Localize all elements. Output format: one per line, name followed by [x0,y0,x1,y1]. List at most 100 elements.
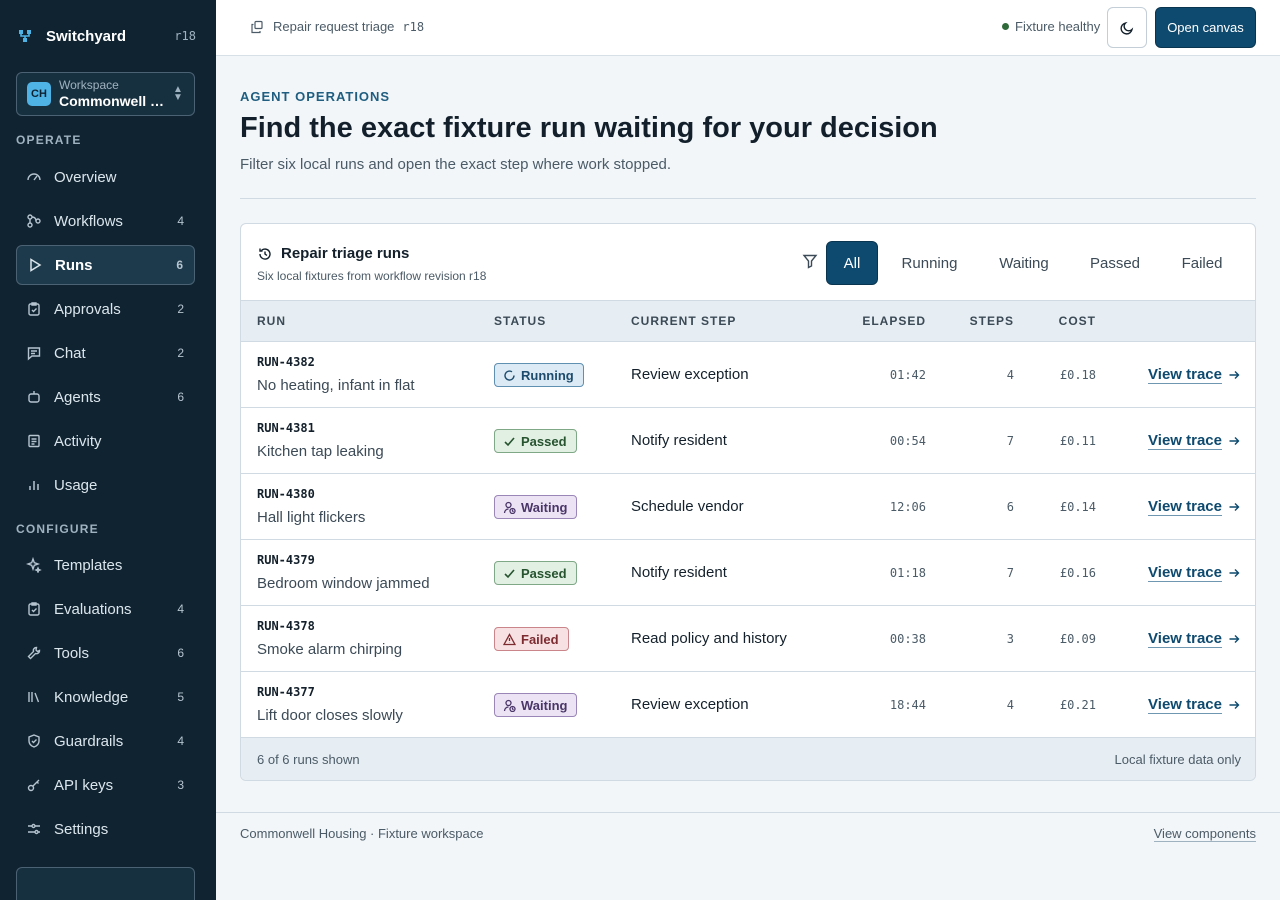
arrow-right-icon [1229,701,1240,709]
tab-all[interactable]: All [826,241,878,285]
card-subtitle: Six local fixtures from workflow revisio… [257,269,487,283]
nav-templates[interactable]: Templates [16,545,195,585]
sparkle-icon [26,557,42,573]
column-cost[interactable]: COST [1059,314,1096,328]
table-row[interactable]: RUN-4381 Kitchen tap leaking Passed Noti… [241,408,1255,474]
column-run[interactable]: RUN [257,314,286,328]
view-trace-link[interactable]: View trace [1148,630,1240,648]
workspace-label: Workspace [59,78,119,92]
table-row[interactable]: RUN-4377 Lift door closes slowly Waiting… [241,672,1255,738]
activity-icon [28,434,40,448]
steps: 7 [1006,566,1014,580]
theme-toggle-button[interactable] [1107,7,1147,48]
sliders-icon [28,823,40,835]
open-canvas-button[interactable]: Open canvas [1155,7,1256,48]
status-badge: Passed [494,561,577,585]
nav-label: Settings [54,820,109,838]
nav-label: Overview [54,168,117,186]
chevron-updown-icon: ▲ ▼ [173,84,183,103]
tab-failed[interactable]: Failed [1169,241,1235,285]
status-badge: Failed [494,627,569,651]
workflow-icon [27,214,41,228]
workspace-switcher[interactable]: CH Workspace Commonwell Housing ▲▼ [16,72,195,116]
clipboard-icon [28,602,40,616]
current-step: Review exception [631,366,749,383]
table-row[interactable]: RUN-4380 Hall light flickers Waiting Sch… [241,474,1255,540]
data-source-note: Local fixture data only [1114,752,1241,767]
tab-passed[interactable]: Passed [1079,241,1151,285]
top-bar: Repair request triage r18 Fixture health… [216,0,1280,56]
view-trace-link[interactable]: View trace [1148,696,1240,714]
nav-evaluations[interactable]: Evaluations 4 [16,589,195,629]
nav-overview[interactable]: Overview [16,157,195,197]
nav-chat[interactable]: Chat 2 [16,333,195,373]
view-trace-label: View trace [1148,366,1222,384]
runs-shown-count: 6 of 6 runs shown [257,752,360,767]
nav-guardrails[interactable]: Guardrails 4 [16,721,195,761]
page-subtitle: Filter six local runs and open the exact… [240,156,672,173]
nav-count: 6 [177,646,184,660]
library-icon [28,692,40,703]
bot-icon [28,391,40,403]
nav-runs[interactable]: Runs 6 [16,245,195,285]
nav-label: Templates [54,556,123,574]
table-row[interactable]: RUN-4382 No heating, infant in flat Runn… [241,342,1255,408]
nav-label: Activity [54,432,102,450]
steps: 4 [1006,698,1014,712]
run-name: Smoke alarm chirping [257,641,403,658]
card-title-text: Repair triage runs [281,245,410,262]
breadcrumb[interactable]: Repair request triage r18 [250,19,424,34]
nav-activity[interactable]: Activity [16,421,195,461]
steps: 7 [1006,434,1014,448]
nav-label: API keys [54,776,114,794]
nav-count: 4 [177,214,184,228]
nav-settings[interactable]: Settings [16,809,195,849]
arrow-right-icon [1229,437,1240,445]
copy-icon [251,20,263,33]
app-name: Switchyard [46,27,127,45]
view-components-link[interactable]: View components [1153,826,1256,842]
tab-waiting[interactable]: Waiting [987,241,1061,285]
nav-label: Agents [54,388,101,406]
nav-approvals[interactable]: Approvals 2 [16,289,195,329]
tab-running[interactable]: Running [890,241,969,285]
current-step: Read policy and history [631,630,787,647]
nav-label: Evaluations [54,600,132,618]
nav-knowledge[interactable]: Knowledge 5 [16,677,195,717]
view-trace-link[interactable]: View trace [1148,498,1240,516]
column-status[interactable]: STATUS [494,314,546,328]
brand[interactable]: Switchyard r18 [16,24,196,48]
spinner-icon [504,369,515,381]
nav-label: Chat [54,344,86,362]
table-row[interactable]: RUN-4378 Smoke alarm chirping Failed Rea… [241,606,1255,672]
steps: 6 [1006,500,1014,514]
nav-agents[interactable]: Agents 6 [16,377,195,417]
nav-workflows[interactable]: Workflows 4 [16,201,195,241]
run-id: RUN-4380 [257,487,315,501]
table-header: RUN STATUS CURRENT STEP ELAPSED STEPS CO… [241,300,1255,342]
column-current-step[interactable]: CURRENT STEP [631,314,736,328]
operate-section-title: OPERATE [16,133,82,147]
wrench-icon [27,646,41,660]
status-badge: Passed [494,429,577,453]
key-icon [27,779,40,792]
logo-icon [19,30,31,42]
view-trace-link[interactable]: View trace [1148,432,1240,450]
column-steps[interactable]: STEPS [970,314,1014,328]
nav-count: 5 [177,690,184,704]
view-trace-label: View trace [1148,432,1222,450]
cost: £0.16 [1059,566,1096,580]
table-row[interactable]: RUN-4379 Bedroom window jammed Passed No… [241,540,1255,606]
view-trace-link[interactable]: View trace [1148,564,1240,582]
gauge-icon [27,173,41,181]
arrow-right-icon [1229,635,1240,643]
footer-workspace-text: Commonwell Housing · Fixture workspace [240,826,484,841]
run-name: Hall light flickers [257,509,366,526]
run-id: RUN-4377 [257,685,315,699]
sidebar-footer-card[interactable] [16,867,195,900]
nav-api-keys[interactable]: API keys 3 [16,765,195,805]
column-elapsed[interactable]: ELAPSED [862,314,926,328]
nav-usage[interactable]: Usage [16,465,195,505]
nav-tools[interactable]: Tools 6 [16,633,195,673]
view-trace-link[interactable]: View trace [1148,366,1240,384]
